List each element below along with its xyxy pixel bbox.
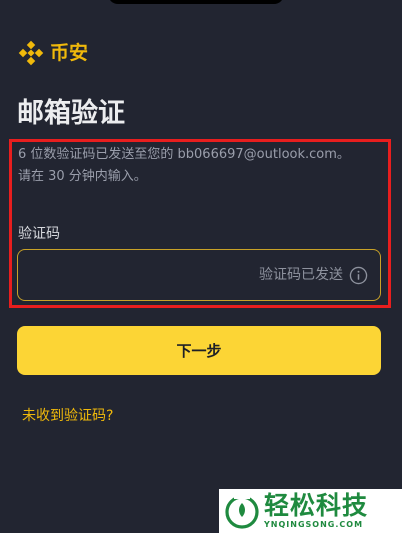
watermark-url: YNQINGSONG.COM bbox=[264, 520, 364, 529]
brand-header: 币安 bbox=[18, 40, 88, 66]
watermark-text: 轻松科技 YNQINGSONG.COM bbox=[264, 492, 368, 530]
info-icon[interactable] bbox=[349, 266, 368, 285]
instruction-line-2: 请在 30 分钟内输入。 bbox=[18, 169, 147, 184]
watermark-logo-icon bbox=[225, 493, 259, 529]
watermark: 轻松科技 YNQINGSONG.COM bbox=[219, 489, 402, 533]
instruction-line-1: 6 位数验证码已发送至您的 bb066697@outlook.com。 bbox=[18, 147, 350, 162]
code-sent-status: 验证码已发送 bbox=[259, 267, 343, 283]
watermark-title: 轻松科技 bbox=[264, 491, 369, 520]
binance-diamond-icon bbox=[18, 40, 44, 66]
code-field-label: 验证码 bbox=[18, 226, 60, 242]
phone-notch bbox=[108, 0, 284, 4]
instruction-text: 6 位数验证码已发送至您的 bb066697@outlook.com。 请在 3… bbox=[18, 144, 390, 188]
verification-code-input[interactable] bbox=[28, 258, 232, 294]
resend-code-link[interactable]: 未收到验证码? bbox=[22, 406, 113, 426]
page-title: 邮箱验证 bbox=[17, 98, 125, 129]
verification-code-field[interactable]: 验证码已发送 bbox=[17, 249, 381, 301]
brand-name: 币安 bbox=[50, 42, 89, 64]
next-button[interactable]: 下一步 bbox=[17, 326, 381, 375]
